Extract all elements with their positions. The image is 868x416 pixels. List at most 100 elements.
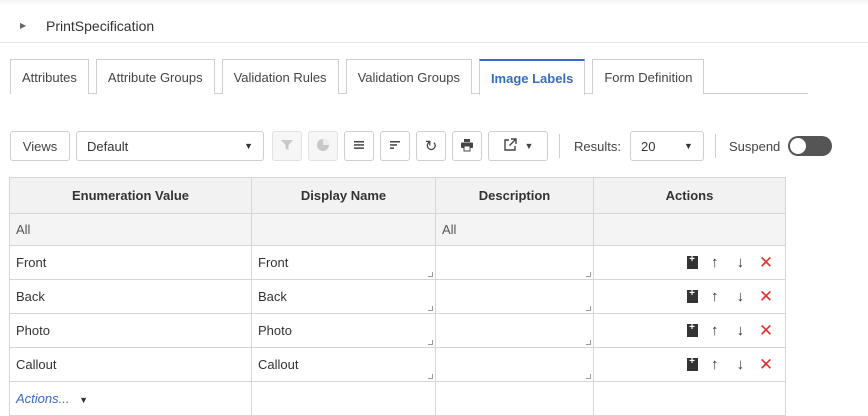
view-select[interactable]: Default ▼ <box>76 131 264 161</box>
row-actions-cell: ↑ ↓ ✕ <box>593 347 786 382</box>
tab-validation-rules[interactable]: Validation Rules <box>221 59 339 94</box>
footer-row: Actions... ▼ <box>9 381 786 416</box>
enumeration-value-cell[interactable]: Back <box>9 279 252 314</box>
pie-chart-icon <box>316 138 330 155</box>
description-cell[interactable] <box>435 245 594 280</box>
views-button[interactable]: Views <box>10 131 70 161</box>
footer-actions-cell[interactable]: Actions... ▼ <box>9 381 252 416</box>
filter-cell-enumeration-value[interactable]: All <box>9 213 252 246</box>
refresh-icon: ↻ <box>424 138 438 155</box>
tab-attributes[interactable]: Attributes <box>10 59 89 94</box>
cell-text: Back <box>258 289 287 304</box>
image-labels-grid: Enumeration Value Display Name Descripti… <box>9 177 786 416</box>
arrow-down-icon[interactable]: ↓ <box>731 254 749 271</box>
resize-grip-icon <box>428 340 433 345</box>
enumeration-value-cell[interactable]: Photo <box>9 313 252 348</box>
chevron-down-icon[interactable]: ▼ <box>79 395 88 405</box>
tab-image-labels[interactable]: Image Labels <box>478 59 586 95</box>
footer-empty-cell <box>435 381 594 416</box>
top-shadow <box>0 0 868 6</box>
arrow-down-icon[interactable]: ↓ <box>731 356 749 373</box>
delete-x-icon[interactable]: ✕ <box>757 355 775 375</box>
resize-grip-icon <box>586 340 591 345</box>
export-icon <box>503 137 517 155</box>
views-label: Views <box>22 138 58 154</box>
table-row: Callout Callout ↑ ↓ ✕ <box>9 347 786 382</box>
cell-text: Callout <box>258 357 299 372</box>
results-select[interactable]: 20 ▼ <box>629 131 704 161</box>
arrow-up-icon[interactable]: ↑ <box>706 288 724 305</box>
clear-filter-button[interactable] <box>272 131 302 161</box>
refresh-button[interactable]: ↻ <box>416 131 446 161</box>
tab-form-definition[interactable]: Form Definition <box>592 59 705 94</box>
header-row: Enumeration Value Display Name Descripti… <box>9 177 786 214</box>
object-title: PrintSpecification <box>46 17 155 34</box>
sort-lines-icon <box>388 138 402 155</box>
toolbar-divider <box>714 134 716 158</box>
tab-label: Form Definition <box>604 69 693 85</box>
tab-attribute-groups[interactable]: Attribute Groups <box>95 59 215 94</box>
export-button[interactable]: ▼ <box>488 131 548 161</box>
description-cell[interactable] <box>435 313 594 348</box>
add-document-icon[interactable] <box>687 356 699 371</box>
arrow-down-icon[interactable]: ↓ <box>731 322 749 339</box>
resize-grip-icon <box>428 272 433 277</box>
tab-label: Image Labels <box>490 70 574 86</box>
table-row: Front Front ↑ ↓ ✕ <box>9 245 786 280</box>
display-name-cell[interactable]: Front <box>251 245 436 280</box>
footer-empty-cell <box>593 381 786 416</box>
display-name-cell[interactable]: Back <box>251 279 436 314</box>
column-header-display-name[interactable]: Display Name <box>251 177 436 214</box>
results-select-value: 20 <box>640 138 656 154</box>
printer-icon <box>460 138 474 155</box>
add-document-icon[interactable] <box>687 254 699 269</box>
columns-button[interactable] <box>344 131 374 161</box>
arrow-up-icon[interactable]: ↑ <box>706 322 724 339</box>
cell-text: Front <box>258 255 289 270</box>
filter-cell-actions <box>593 213 786 246</box>
enumeration-value-cell[interactable]: Callout <box>9 347 252 382</box>
suspend-label: Suspend <box>728 138 781 154</box>
chevron-down-icon: ▼ <box>244 141 253 151</box>
delete-x-icon[interactable]: ✕ <box>757 287 775 307</box>
description-cell[interactable] <box>435 279 594 314</box>
tab-bar: Attributes Attribute Groups Validation R… <box>10 59 808 95</box>
toggle-knob <box>790 138 807 154</box>
chevron-down-icon: ▼ <box>684 141 693 151</box>
column-header-enumeration-value[interactable]: Enumeration Value <box>9 177 252 214</box>
add-document-icon[interactable] <box>687 288 699 303</box>
description-cell[interactable] <box>435 347 594 382</box>
table-row: Photo Photo ↑ ↓ ✕ <box>9 313 786 348</box>
enumeration-value-cell[interactable]: Front <box>9 245 252 280</box>
add-document-icon[interactable] <box>687 322 699 337</box>
tab-label: Attributes <box>22 69 77 85</box>
tree-header[interactable]: ▶ PrintSpecification <box>0 9 868 43</box>
results-label: Results: <box>574 138 621 154</box>
tab-label: Attribute Groups <box>107 69 203 85</box>
print-button[interactable] <box>452 131 482 161</box>
filter-row: All All <box>9 213 786 246</box>
delete-x-icon[interactable]: ✕ <box>757 253 775 273</box>
delete-x-icon[interactable]: ✕ <box>757 321 775 341</box>
arrow-up-icon[interactable]: ↑ <box>706 254 724 271</box>
expand-caret-icon[interactable]: ▶ <box>20 21 30 30</box>
column-header-description[interactable]: Description <box>435 177 594 214</box>
tab-validation-groups[interactable]: Validation Groups <box>345 59 472 94</box>
resize-grip-icon <box>586 272 591 277</box>
toolbar-divider <box>559 134 560 158</box>
list-lines-icon <box>352 138 366 155</box>
filter-cell-description[interactable]: All <box>435 213 594 246</box>
chart-button[interactable] <box>308 131 338 161</box>
actions-menu-link[interactable]: Actions... <box>16 391 69 406</box>
arrow-down-icon[interactable]: ↓ <box>731 288 749 305</box>
display-name-cell[interactable]: Photo <box>251 313 436 348</box>
suspend-toggle[interactable] <box>788 136 833 156</box>
table-row: Back Back ↑ ↓ ✕ <box>9 279 786 314</box>
arrow-up-icon[interactable]: ↑ <box>706 356 724 373</box>
filter-cell-display-name[interactable] <box>251 213 436 246</box>
column-header-actions: Actions <box>593 177 786 214</box>
display-name-cell[interactable]: Callout <box>251 347 436 382</box>
row-actions-cell: ↑ ↓ ✕ <box>593 313 786 348</box>
sort-button[interactable] <box>380 131 410 161</box>
chevron-down-icon: ▼ <box>524 141 534 151</box>
